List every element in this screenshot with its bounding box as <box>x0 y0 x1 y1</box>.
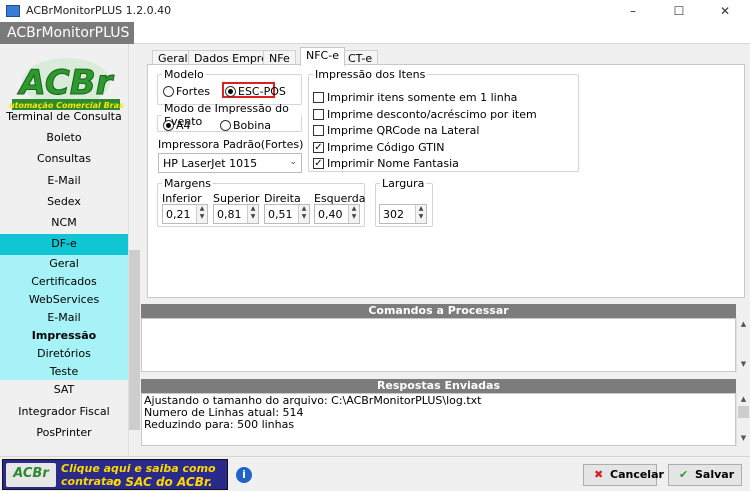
margem-inferior-value: 0,21 <box>166 208 191 221</box>
modelo-escpos-radio[interactable] <box>225 86 236 97</box>
spinner-arrows-icon[interactable]: ▲ ▼ <box>247 205 258 223</box>
margem-superior-spinner[interactable]: 0,81 ▲ ▼ <box>213 204 259 224</box>
respostas-header: Respostas Enviadas <box>141 379 736 393</box>
modelo-fortes-label[interactable]: Fortes <box>176 85 210 98</box>
sidebar-item-sedex[interactable]: Sedex <box>0 192 128 212</box>
impressora-label: Impressora Padrão(Fortes) <box>158 138 304 151</box>
checkmark-icon: ✔ <box>679 468 689 481</box>
largura-value: 302 <box>383 208 404 221</box>
respostas-scrollbar[interactable]: ▲ ▼ <box>736 393 750 446</box>
modo-bobina-radio[interactable] <box>220 120 231 131</box>
scroll-up-icon[interactable]: ▲ <box>737 320 750 328</box>
splitter[interactable] <box>141 372 750 378</box>
save-button-label: Salvar <box>695 468 735 481</box>
item-checkbox-4[interactable]: ✓ <box>313 142 324 153</box>
maximize-icon[interactable]: ☐ <box>656 0 702 22</box>
impressora-value: HP LaserJet 1015 <box>163 157 258 170</box>
chevron-down-icon: ⌄ <box>289 157 297 167</box>
comandos-scrollbar[interactable]: ▲ ▼ <box>736 318 750 372</box>
minimize-icon[interactable]: – <box>610 0 656 22</box>
margem-direita-spinner[interactable]: 0,51 ▲ ▼ <box>264 204 310 224</box>
logo-brand-text: ACBr <box>17 63 115 103</box>
save-button[interactable]: ✔ Salvar <box>668 464 742 486</box>
banner-logo: ACBr <box>6 463 56 487</box>
largura-spinner[interactable]: 302 ▲ ▼ <box>379 204 427 224</box>
margem-superior-value: 0,81 <box>217 208 242 221</box>
item-checkbox-3[interactable] <box>313 125 324 136</box>
margem-esquerda-value: 0,40 <box>318 208 343 221</box>
scrollbar-thumb[interactable] <box>738 406 749 418</box>
sidebar-subitem-impressao[interactable]: Impressão <box>0 327 128 345</box>
margens-legend: Margens <box>164 177 212 190</box>
modelo-fortes-radio[interactable] <box>163 86 174 97</box>
item-checkbox-label-4[interactable]: Imprime Código GTIN <box>327 141 444 154</box>
item-checkbox-5[interactable]: ✓ <box>313 158 324 169</box>
close-icon[interactable]: ✕ <box>702 0 748 22</box>
sidebar-item-sat[interactable]: SAT <box>0 380 128 400</box>
cancel-button[interactable]: ✖ Cancelar <box>583 464 664 486</box>
modo-a4-radio[interactable] <box>163 120 174 131</box>
comandos-textarea[interactable] <box>141 318 736 372</box>
sidebar-item-boleto[interactable]: Boleto <box>0 128 128 148</box>
comandos-header: Comandos a Processar <box>141 304 736 318</box>
spinner-arrows-icon[interactable]: ▲ ▼ <box>298 205 309 223</box>
info-icon[interactable]: i <box>236 467 252 483</box>
sidebar-subitem-diretorios[interactable]: Diretórios <box>0 345 128 363</box>
window-title-bar: ACBrMonitorPLUS 1.2.0.40 – ☐ ✕ <box>0 0 750 22</box>
modo-bobina-label[interactable]: Bobina <box>233 119 271 132</box>
item-checkbox-label-2[interactable]: Imprime desconto/acréscimo por item <box>327 108 537 121</box>
tab-nfce[interactable]: NFC-e <box>300 47 345 66</box>
sidebar-item-email[interactable]: E-Mail <box>0 171 128 191</box>
largura-legend: Largura <box>382 177 425 190</box>
modelo-escpos-label[interactable]: ESC-POS <box>238 85 286 98</box>
sidebar-item-consultas[interactable]: Consultas <box>0 149 128 169</box>
app-icon <box>6 5 20 17</box>
spinner-arrows-icon[interactable]: ▲ ▼ <box>415 205 426 223</box>
margem-direita-value: 0,51 <box>268 208 293 221</box>
scroll-up-icon[interactable]: ▲ <box>737 395 750 403</box>
item-checkbox-label-1[interactable]: Imprimir itens somente em 1 linha <box>327 91 517 104</box>
impressao-itens-legend: Impressão dos Itens <box>315 68 426 81</box>
margem-esquerda-spinner[interactable]: 0,40 ▲ ▼ <box>314 204 360 224</box>
scroll-down-icon[interactable]: ▼ <box>737 360 750 368</box>
sidebar-item-dfe[interactable]: DF-e <box>0 234 128 255</box>
sidebar-subitem-geral[interactable]: Geral <box>0 255 128 273</box>
item-checkbox-1[interactable] <box>313 92 324 103</box>
log-line: Reduzindo para: 500 linhas <box>144 418 295 431</box>
sidebar-item-posprinter[interactable]: PosPrinter <box>0 423 128 443</box>
sidebar-subitem-certificados[interactable]: Certificados <box>0 273 128 291</box>
sidebar-item-integrador-fiscal[interactable]: Integrador Fiscal <box>0 402 128 422</box>
cancel-button-label: Cancelar <box>610 468 664 481</box>
close-icon: ✖ <box>594 468 604 481</box>
item-checkbox-label-3[interactable]: Imprime QRCode na Lateral <box>327 124 479 137</box>
sidebar-item-terminal-consulta[interactable]: Terminal de Consulta <box>0 107 128 127</box>
item-checkbox-label-5[interactable]: Imprimir Nome Fantasia <box>327 157 459 170</box>
app-title: ACBrMonitorPLUS <box>0 22 134 44</box>
item-checkbox-2[interactable] <box>313 109 324 120</box>
modo-a4-label[interactable]: A4 <box>176 119 191 132</box>
window-title: ACBrMonitorPLUS 1.2.0.40 <box>26 4 172 17</box>
scroll-down-icon[interactable]: ▼ <box>737 434 750 442</box>
sidebar-item-ncm[interactable]: NCM <box>0 213 128 233</box>
impressora-select[interactable]: HP LaserJet 1015 ⌄ <box>158 153 302 173</box>
spinner-arrows-icon[interactable]: ▲ ▼ <box>348 205 359 223</box>
sidebar-scrollbar-thumb[interactable] <box>129 250 140 430</box>
sidebar-subitem-teste[interactable]: Teste <box>0 363 128 380</box>
sidebar-subitem-email[interactable]: E-Mail <box>0 309 128 327</box>
modelo-legend: Modelo <box>164 68 204 81</box>
banner-line-2: o SAC do ACBr. <box>113 475 213 489</box>
sidebar-subitem-webservices[interactable]: WebServices <box>0 291 128 309</box>
acbr-logo: ACBr Automação Comercial Brasil <box>2 52 130 114</box>
spinner-arrows-icon[interactable]: ▲ ▼ <box>196 205 207 223</box>
sac-banner[interactable]: ACBr Clique aqui e saiba como contratar … <box>2 459 228 490</box>
margem-inferior-spinner[interactable]: 0,21 ▲ ▼ <box>162 204 208 224</box>
